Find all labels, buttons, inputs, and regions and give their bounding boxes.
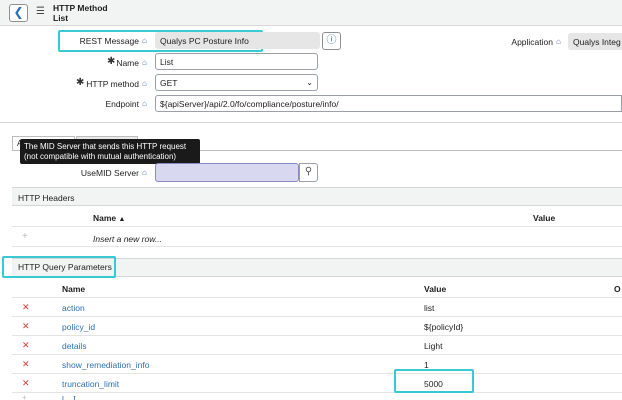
lock-icon: ⌂: [142, 58, 147, 67]
chevron-down-icon: ⌄: [306, 78, 313, 87]
http-method-select[interactable]: GET ⌄: [155, 74, 318, 91]
param-name-partial[interactable]: l... t: [62, 396, 76, 400]
record-type-title: HTTP Method: [53, 3, 108, 13]
table-row: [12, 317, 622, 336]
column-header-value[interactable]: Value: [533, 213, 555, 223]
tooltip-line: (not compatible with mutual authenticati…: [24, 151, 177, 161]
column-title: Name: [93, 213, 117, 223]
mid-server-tooltip: The MID Server that sends this HTTP requ…: [20, 139, 200, 164]
back-button[interactable]: ❮: [9, 4, 28, 22]
application-field[interactable]: Qualys Integra: [568, 33, 622, 50]
mid-server-input[interactable]: [155, 163, 299, 182]
tooltip-line: The MID Server that sends this HTTP requ…: [24, 142, 187, 151]
chevron-left-icon: ❮: [13, 5, 24, 19]
http-headers-section: HTTP Headers: [12, 187, 622, 206]
delete-icon[interactable]: ✕: [22, 321, 30, 332]
params-column-row: [12, 278, 622, 298]
lock-icon: ⌂: [142, 79, 147, 88]
divider: [0, 122, 622, 123]
delete-icon[interactable]: ✕: [22, 302, 30, 313]
http-method-value: GET: [160, 78, 178, 88]
param-name[interactable]: truncation_limit: [62, 379, 119, 389]
param-value[interactable]: ${policyId}: [424, 322, 463, 332]
lock-icon: ⌂: [142, 99, 147, 108]
section-title: HTTP Query Parameters: [18, 262, 112, 272]
mid-server-label: UseMID Server: [66, 168, 139, 178]
delete-icon[interactable]: ✕: [22, 378, 30, 389]
hamburger-icon[interactable]: ☰: [36, 6, 45, 17]
info-icon: ⓘ: [326, 35, 337, 46]
plus-icon[interactable]: +: [22, 394, 27, 400]
mid-server-label-text: MID Server: [96, 168, 139, 178]
column-header-name[interactable]: Name: [62, 284, 85, 294]
search-icon: ⚲: [304, 166, 313, 177]
record-name-title: List: [53, 13, 69, 23]
param-name[interactable]: details: [62, 341, 87, 351]
rest-message-field[interactable]: Qualys PC Posture Info: [155, 32, 320, 49]
column-header-name[interactable]: Name ▲: [93, 213, 125, 223]
insert-row-placeholder[interactable]: Insert a new row...: [93, 234, 162, 244]
name-input[interactable]: List: [155, 53, 318, 70]
mid-server-lookup-button[interactable]: ⚲: [299, 163, 318, 182]
column-header-extra[interactable]: O: [614, 284, 621, 294]
name-label: Name: [116, 58, 139, 68]
sort-asc-icon: ▲: [118, 216, 126, 223]
section-title: HTTP Headers: [18, 193, 75, 203]
lock-icon: ⌂: [142, 168, 147, 177]
table-row: [12, 336, 622, 355]
mid-server-label-prefix: Use: [80, 168, 97, 178]
rest-message-label: REST Message: [79, 36, 139, 46]
info-button[interactable]: ⓘ: [322, 32, 341, 50]
application-label: Application: [511, 37, 553, 47]
param-value[interactable]: list: [424, 303, 434, 313]
endpoint-input[interactable]: ${apiServer}/api/2.0/fo/compliance/postu…: [155, 95, 622, 112]
delete-icon[interactable]: ✕: [22, 359, 30, 370]
param-value[interactable]: Light: [424, 341, 442, 351]
delete-icon[interactable]: ✕: [22, 340, 30, 351]
plus-icon[interactable]: +: [22, 231, 28, 242]
param-name[interactable]: action: [62, 303, 85, 313]
lock-icon: ⌂: [142, 36, 147, 45]
param-name[interactable]: policy_id: [62, 322, 95, 332]
column-header-value[interactable]: Value: [424, 284, 446, 294]
param-name[interactable]: show_remediation_info: [62, 360, 149, 370]
lock-icon: ⌂: [556, 37, 561, 46]
param-value[interactable]: 5000: [424, 379, 443, 389]
endpoint-label: Endpoint: [105, 99, 139, 109]
table-row: [12, 298, 622, 317]
http-method-label: HTTP method: [86, 79, 139, 89]
